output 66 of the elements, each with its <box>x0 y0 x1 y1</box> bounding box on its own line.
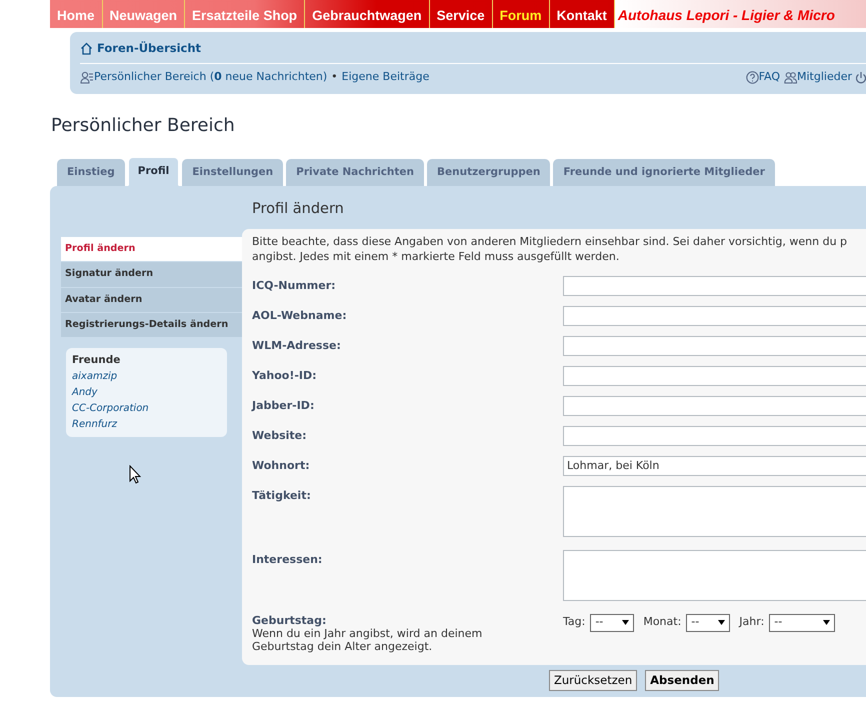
nav-link[interactable]: Ersatzteile Shop <box>185 0 306 28</box>
tab[interactable]: Private Nachrichten <box>286 159 424 186</box>
form-title: Profil ändern <box>251 200 345 219</box>
select-label: Monat: <box>643 614 682 630</box>
friend-link[interactable]: aixamzip <box>72 369 221 386</box>
dropdown[interactable]: -- <box>769 614 836 632</box>
caret-icon <box>823 620 830 625</box>
caret-icon <box>622 620 630 625</box>
nav-link[interactable]: Forum <box>492 0 550 28</box>
tab[interactable]: Freunde und ignorierte Mitglieder <box>553 159 775 186</box>
friends-title: Freunde <box>72 353 122 368</box>
sidebar-item[interactable]: Avatar ändern <box>61 288 242 313</box>
field-label: Geburtstag: <box>252 614 328 626</box>
sidebar-item[interactable]: Profil ändern <box>61 236 242 262</box>
user-card-icon <box>80 71 94 84</box>
text-area[interactable] <box>563 550 866 600</box>
input-field[interactable] <box>563 276 866 296</box>
submit-button[interactable]: Absenden <box>645 670 720 691</box>
field-label: Jabber-ID: <box>252 398 316 414</box>
intro-text: Bitte beachte, dass diese Angaben von anderen Mitgliedern einsehbar sind. Sei daher vorsichtig, wenn du p angibst. Jedes mit einem * markierte Feld muss ausgefüllt werden. <box>252 234 848 264</box>
field-label: Wohnort: <box>252 458 311 474</box>
input-field[interactable] <box>563 306 866 326</box>
nav-link[interactable]: Service <box>430 0 493 28</box>
input-field[interactable]: Lohmar, bei Köln <box>563 456 866 476</box>
sidebar-item[interactable]: Signatur ändern <box>61 262 242 288</box>
select-label: Tag: <box>563 614 586 630</box>
breadcrumb-link[interactable]: Foren-Übersicht <box>97 40 202 58</box>
field-label: Yahoo!-ID: <box>252 368 318 384</box>
friend-link[interactable]: Rennfurz <box>72 417 221 434</box>
text-area[interactable] <box>563 486 866 536</box>
field-label: Interessen: <box>252 552 324 568</box>
caret-icon <box>718 620 726 625</box>
tab[interactable]: Einstellungen <box>182 159 284 186</box>
home-icon <box>80 42 93 56</box>
separator-dot: • <box>331 69 338 86</box>
dropdown[interactable]: -- <box>590 614 634 632</box>
tab[interactable]: Profil <box>128 157 180 186</box>
input-field[interactable] <box>563 426 866 446</box>
mouse-cursor-icon <box>129 465 141 484</box>
field-label: Website: <box>252 428 308 444</box>
field-label: WLM-Adresse: <box>252 338 342 354</box>
reset-button[interactable]: Zurücksetzen <box>549 670 638 691</box>
field-label: AOL-Webname: <box>252 308 348 324</box>
hint-text: Wenn du ein Jahr angibst, wird an deinem Geburtstag dein Alter angezeigt. <box>252 626 484 652</box>
input-field[interactable] <box>563 336 866 356</box>
select-label: Jahr: <box>739 614 764 630</box>
profile-link[interactable]: Persönlicher Bereich (0 neue Nachrichten) <box>94 69 328 86</box>
own-posts-link[interactable]: Eigene Beiträge <box>342 69 430 86</box>
help-icon <box>746 71 759 84</box>
dropdown[interactable]: -- <box>686 614 730 632</box>
input-field[interactable] <box>563 366 866 386</box>
field-label: ICQ-Nummer: <box>252 278 337 294</box>
tab[interactable]: Einstieg <box>57 159 125 186</box>
members-icon <box>784 71 797 84</box>
friend-link[interactable]: CC-Corporation <box>72 401 221 418</box>
page-title: Persönlicher Bereich <box>51 114 236 138</box>
sidebar-item[interactable]: Registrierungs-Details ändern <box>61 312 242 338</box>
header-link[interactable]: FAQ <box>758 69 780 86</box>
header-link[interactable]: Mitglieder <box>797 69 852 86</box>
banner-title: Autohaus Lepori - Ligier & Micro <box>614 0 866 28</box>
friend-link[interactable]: Andy <box>72 385 221 402</box>
nav-link[interactable]: Gebrauchtwagen <box>305 0 430 28</box>
input-field[interactable] <box>563 396 866 416</box>
power-icon <box>856 71 866 84</box>
field-label: Tätigkeit: <box>252 488 312 504</box>
tab[interactable]: Benutzergruppen <box>427 159 550 186</box>
